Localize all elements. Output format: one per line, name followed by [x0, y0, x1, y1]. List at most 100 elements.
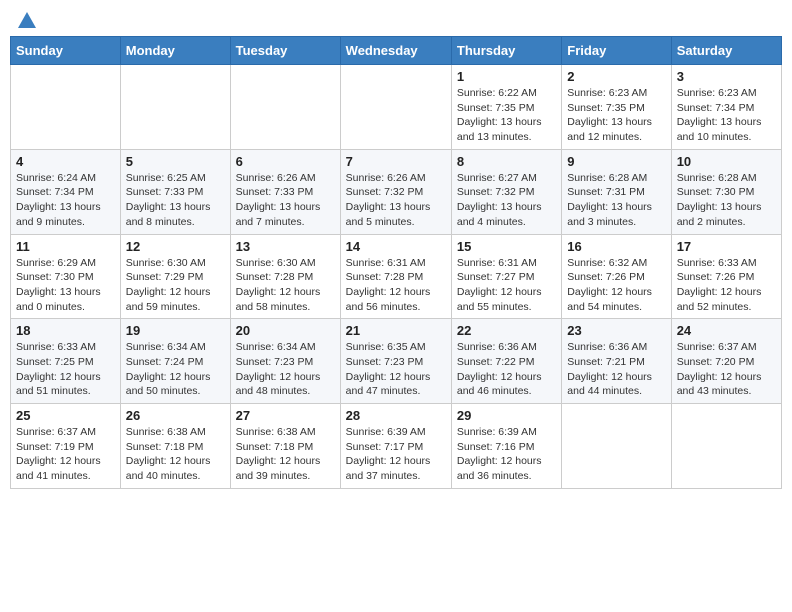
header	[10, 10, 782, 28]
day-number: 16	[567, 239, 665, 254]
day-info: Sunrise: 6:37 AMSunset: 7:19 PMDaylight:…	[16, 425, 115, 484]
calendar-cell: 2 Sunrise: 6:23 AMSunset: 7:35 PMDaylight…	[562, 65, 671, 150]
calendar-body: 1Sunrise: 6:22 AMSunset: 7:35 PMDaylight…	[11, 65, 782, 489]
day-number: 6	[236, 154, 335, 169]
calendar-cell: 1Sunrise: 6:22 AMSunset: 7:35 PMDaylight…	[451, 65, 561, 150]
calendar-cell: 27 Sunrise: 6:38 AMSunset: 7:18 PMDayligh…	[230, 404, 340, 489]
day-info: Sunrise: 6:33 AMSunset: 7:26 PMDaylight:…	[677, 256, 776, 315]
day-number: 28	[346, 408, 446, 423]
calendar-week-4: 18Sunrise: 6:33 AMSunset: 7:25 PMDayligh…	[11, 319, 782, 404]
weekday-wednesday: Wednesday	[340, 37, 451, 65]
day-info: Sunrise: 6:34 AMSunset: 7:24 PMDaylight:…	[126, 340, 225, 399]
day-number: 9	[567, 154, 665, 169]
day-number: 5	[126, 154, 225, 169]
day-number: 14	[346, 239, 446, 254]
day-number: 19	[126, 323, 225, 338]
calendar-cell	[11, 65, 121, 150]
calendar-cell: 14 Sunrise: 6:31 AMSunset: 7:28 PMDayligh…	[340, 234, 451, 319]
calendar-cell: 29 Sunrise: 6:39 AMSunset: 7:16 PMDayligh…	[451, 404, 561, 489]
calendar-cell: 28 Sunrise: 6:39 AMSunset: 7:17 PMDayligh…	[340, 404, 451, 489]
day-info: Sunrise: 6:31 AMSunset: 7:27 PMDaylight:…	[457, 256, 556, 315]
weekday-thursday: Thursday	[451, 37, 561, 65]
calendar-cell: 20 Sunrise: 6:34 AMSunset: 7:23 PMDayligh…	[230, 319, 340, 404]
calendar-cell	[120, 65, 230, 150]
day-info: Sunrise: 6:39 AMSunset: 7:17 PMDaylight:…	[346, 425, 446, 484]
day-info: Sunrise: 6:30 AMSunset: 7:29 PMDaylight:…	[126, 256, 225, 315]
day-info: Sunrise: 6:25 AMSunset: 7:33 PMDaylight:…	[126, 171, 225, 230]
logo	[14, 10, 38, 28]
day-number: 1	[457, 69, 556, 84]
day-info: Sunrise: 6:31 AMSunset: 7:28 PMDaylight:…	[346, 256, 446, 315]
calendar-cell: 5 Sunrise: 6:25 AMSunset: 7:33 PMDaylight…	[120, 149, 230, 234]
calendar-cell	[671, 404, 781, 489]
day-info: Sunrise: 6:29 AMSunset: 7:30 PMDaylight:…	[16, 256, 115, 315]
calendar-cell: 19 Sunrise: 6:34 AMSunset: 7:24 PMDayligh…	[120, 319, 230, 404]
day-number: 7	[346, 154, 446, 169]
day-number: 8	[457, 154, 556, 169]
calendar-cell	[562, 404, 671, 489]
day-number: 22	[457, 323, 556, 338]
calendar-cell: 26 Sunrise: 6:38 AMSunset: 7:18 PMDayligh…	[120, 404, 230, 489]
day-number: 10	[677, 154, 776, 169]
day-info: Sunrise: 6:24 AMSunset: 7:34 PMDaylight:…	[16, 171, 115, 230]
day-info: Sunrise: 6:36 AMSunset: 7:21 PMDaylight:…	[567, 340, 665, 399]
day-number: 29	[457, 408, 556, 423]
day-number: 27	[236, 408, 335, 423]
day-number: 23	[567, 323, 665, 338]
day-info: Sunrise: 6:34 AMSunset: 7:23 PMDaylight:…	[236, 340, 335, 399]
calendar-cell: 11Sunrise: 6:29 AMSunset: 7:30 PMDayligh…	[11, 234, 121, 319]
day-info: Sunrise: 6:28 AMSunset: 7:30 PMDaylight:…	[677, 171, 776, 230]
weekday-header-row: SundayMondayTuesdayWednesdayThursdayFrid…	[11, 37, 782, 65]
weekday-saturday: Saturday	[671, 37, 781, 65]
day-info: Sunrise: 6:30 AMSunset: 7:28 PMDaylight:…	[236, 256, 335, 315]
calendar-cell: 25 Sunrise: 6:37 AMSunset: 7:19 PMDayligh…	[11, 404, 121, 489]
calendar-week-1: 1Sunrise: 6:22 AMSunset: 7:35 PMDaylight…	[11, 65, 782, 150]
calendar-cell: 13 Sunrise: 6:30 AMSunset: 7:28 PMDayligh…	[230, 234, 340, 319]
calendar-week-2: 4Sunrise: 6:24 AMSunset: 7:34 PMDaylight…	[11, 149, 782, 234]
calendar-cell: 17 Sunrise: 6:33 AMSunset: 7:26 PMDayligh…	[671, 234, 781, 319]
weekday-friday: Friday	[562, 37, 671, 65]
day-number: 12	[126, 239, 225, 254]
calendar-week-3: 11Sunrise: 6:29 AMSunset: 7:30 PMDayligh…	[11, 234, 782, 319]
calendar-cell: 8 Sunrise: 6:27 AMSunset: 7:32 PMDaylight…	[451, 149, 561, 234]
calendar-cell	[230, 65, 340, 150]
calendar-cell	[340, 65, 451, 150]
calendar-cell: 9 Sunrise: 6:28 AMSunset: 7:31 PMDaylight…	[562, 149, 671, 234]
calendar-cell: 10 Sunrise: 6:28 AMSunset: 7:30 PMDayligh…	[671, 149, 781, 234]
day-number: 24	[677, 323, 776, 338]
day-info: Sunrise: 6:38 AMSunset: 7:18 PMDaylight:…	[126, 425, 225, 484]
calendar-cell: 23 Sunrise: 6:36 AMSunset: 7:21 PMDayligh…	[562, 319, 671, 404]
day-info: Sunrise: 6:36 AMSunset: 7:22 PMDaylight:…	[457, 340, 556, 399]
day-info: Sunrise: 6:35 AMSunset: 7:23 PMDaylight:…	[346, 340, 446, 399]
calendar-cell: 16Sunrise: 6:32 AMSunset: 7:26 PMDayligh…	[562, 234, 671, 319]
calendar-table: SundayMondayTuesdayWednesdayThursdayFrid…	[10, 36, 782, 489]
day-number: 26	[126, 408, 225, 423]
day-info: Sunrise: 6:27 AMSunset: 7:32 PMDaylight:…	[457, 171, 556, 230]
day-info: Sunrise: 6:26 AMSunset: 7:32 PMDaylight:…	[346, 171, 446, 230]
day-info: Sunrise: 6:23 AMSunset: 7:35 PMDaylight:…	[567, 86, 665, 145]
day-number: 20	[236, 323, 335, 338]
calendar-cell: 24 Sunrise: 6:37 AMSunset: 7:20 PMDayligh…	[671, 319, 781, 404]
calendar-cell: 7 Sunrise: 6:26 AMSunset: 7:32 PMDaylight…	[340, 149, 451, 234]
day-number: 15	[457, 239, 556, 254]
calendar-cell: 4Sunrise: 6:24 AMSunset: 7:34 PMDaylight…	[11, 149, 121, 234]
weekday-sunday: Sunday	[11, 37, 121, 65]
weekday-monday: Monday	[120, 37, 230, 65]
day-number: 13	[236, 239, 335, 254]
calendar-cell: 22 Sunrise: 6:36 AMSunset: 7:22 PMDayligh…	[451, 319, 561, 404]
day-number: 2	[567, 69, 665, 84]
weekday-tuesday: Tuesday	[230, 37, 340, 65]
calendar-cell: 18Sunrise: 6:33 AMSunset: 7:25 PMDayligh…	[11, 319, 121, 404]
day-info: Sunrise: 6:38 AMSunset: 7:18 PMDaylight:…	[236, 425, 335, 484]
day-info: Sunrise: 6:28 AMSunset: 7:31 PMDaylight:…	[567, 171, 665, 230]
calendar-cell: 21 Sunrise: 6:35 AMSunset: 7:23 PMDayligh…	[340, 319, 451, 404]
calendar-cell: 3Sunrise: 6:23 AMSunset: 7:34 PMDaylight…	[671, 65, 781, 150]
day-info: Sunrise: 6:37 AMSunset: 7:20 PMDaylight:…	[677, 340, 776, 399]
day-number: 17	[677, 239, 776, 254]
calendar-cell: 6Sunrise: 6:26 AMSunset: 7:33 PMDaylight…	[230, 149, 340, 234]
day-number: 21	[346, 323, 446, 338]
day-number: 25	[16, 408, 115, 423]
day-info: Sunrise: 6:39 AMSunset: 7:16 PMDaylight:…	[457, 425, 556, 484]
logo-triangle-icon	[16, 10, 38, 32]
day-number: 18	[16, 323, 115, 338]
